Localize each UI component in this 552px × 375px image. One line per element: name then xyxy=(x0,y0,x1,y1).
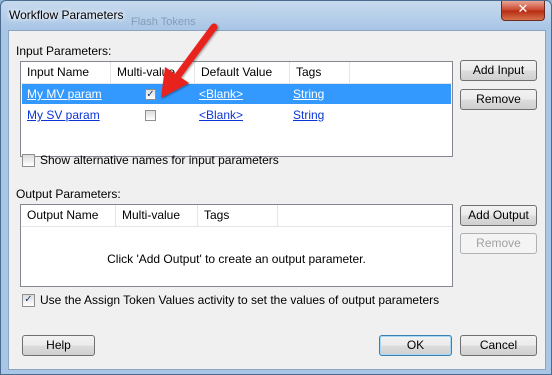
output-parameters-label: Output Parameters: xyxy=(16,187,121,201)
close-button[interactable]: ✕ xyxy=(501,1,545,21)
column-header-default-value[interactable]: Default Value xyxy=(195,62,290,83)
input-parameters-label: Input Parameters: xyxy=(16,44,112,58)
column-header-multi-value[interactable]: Multi-value xyxy=(111,62,195,83)
remove-output-button[interactable]: Remove xyxy=(460,233,537,254)
multi-value-checkbox[interactable] xyxy=(145,110,156,121)
show-alternative-names-label[interactable]: Show alternative names for input paramet… xyxy=(40,153,279,167)
param-name-link[interactable]: My SV param xyxy=(27,105,100,125)
tags-link[interactable]: String xyxy=(293,84,324,104)
background-window-text: Flash Tokens xyxy=(131,16,196,28)
check-icon: ✓ xyxy=(24,294,33,305)
table-row[interactable]: My MV param ✓ <Blank> String xyxy=(22,84,451,104)
workflow-parameters-dialog: Workflow Parameters Flash Tokens ✕ Input… xyxy=(0,0,552,375)
assign-token-values-label[interactable]: Use the Assign Token Values activity to … xyxy=(40,293,439,307)
param-name-link[interactable]: My MV param xyxy=(27,84,102,104)
column-header-tags[interactable]: Tags xyxy=(198,205,278,226)
output-grid-header: Output Name Multi-value Tags xyxy=(21,205,452,227)
title-bar[interactable]: Workflow Parameters Flash Tokens ✕ xyxy=(1,1,551,31)
table-row[interactable]: My SV param <Blank> String xyxy=(22,105,451,125)
input-parameters-grid[interactable]: Input Name Multi-value Default Value Tag… xyxy=(20,61,453,157)
ok-button[interactable]: OK xyxy=(379,335,452,356)
check-icon: ✓ xyxy=(146,89,155,100)
remove-input-button[interactable]: Remove xyxy=(460,89,537,110)
close-icon: ✕ xyxy=(517,2,529,17)
assign-token-values-checkbox[interactable]: ✓ xyxy=(22,294,35,307)
tags-link[interactable]: String xyxy=(293,105,324,125)
add-input-button[interactable]: Add Input xyxy=(460,60,537,81)
column-header-output-name[interactable]: Output Name xyxy=(21,205,116,226)
default-value-link[interactable]: <Blank> xyxy=(199,105,243,125)
column-header-tags[interactable]: Tags xyxy=(290,62,350,83)
add-output-button[interactable]: Add Output xyxy=(460,205,537,226)
multi-value-checkbox[interactable]: ✓ xyxy=(145,89,156,100)
dialog-title: Workflow Parameters xyxy=(9,8,124,22)
dialog-client-area: Input Parameters: Input Name Multi-value… xyxy=(8,30,546,370)
empty-output-message: Click 'Add Output' to create an output p… xyxy=(107,252,366,266)
output-parameters-grid[interactable]: Output Name Multi-value Tags Click 'Add … xyxy=(20,204,453,287)
default-value-link[interactable]: <Blank> xyxy=(199,84,243,104)
help-button[interactable]: Help xyxy=(22,335,95,356)
show-alternative-names-checkbox[interactable] xyxy=(22,154,35,167)
cancel-button[interactable]: Cancel xyxy=(460,335,537,356)
input-grid-header: Input Name Multi-value Default Value Tag… xyxy=(21,62,452,84)
column-header-multi-value[interactable]: Multi-value xyxy=(116,205,198,226)
column-header-input-name[interactable]: Input Name xyxy=(21,62,111,83)
